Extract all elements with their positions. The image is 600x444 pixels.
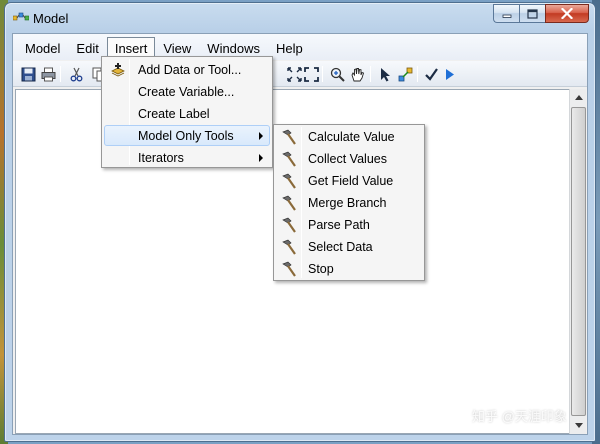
- add-data-icon: [111, 63, 125, 77]
- menu-item-label: Model Only Tools: [138, 129, 234, 143]
- menu-item-label: Add Data or Tool...: [138, 63, 242, 77]
- scroll-down-button[interactable]: [571, 418, 586, 433]
- submenu-item-merge-branch[interactable]: Merge Branch: [276, 193, 422, 214]
- run-button[interactable]: [441, 66, 457, 82]
- toolbar-separator: [322, 66, 323, 82]
- hammer-icon: [282, 129, 296, 145]
- hammer-icon: [282, 261, 296, 277]
- print-icon: [41, 67, 55, 81]
- window-title: Model: [33, 11, 69, 26]
- submenu-item-parse-path[interactable]: Parse Path: [276, 215, 422, 236]
- menu-item-iterators[interactable]: Iterators: [104, 147, 270, 168]
- scroll-thumb[interactable]: [571, 107, 586, 416]
- submenu-arrow-icon: [259, 132, 263, 140]
- validate-button[interactable]: [423, 66, 439, 82]
- zoom-extent-icon: [286, 66, 302, 82]
- menu-bar: Model Edit Insert View Windows Help: [13, 34, 587, 60]
- close-button[interactable]: [545, 4, 589, 23]
- cut-button[interactable]: [68, 66, 84, 82]
- zoom-extent-button[interactable]: [286, 66, 302, 82]
- toolbar-separator: [417, 66, 418, 82]
- menu-insert[interactable]: Insert: [106, 36, 156, 58]
- title-bar[interactable]: Model: [5, 3, 595, 33]
- cut-icon: [70, 67, 82, 81]
- submenu-item-label: Get Field Value: [308, 174, 394, 188]
- menu-item-create-label[interactable]: Create Label: [104, 103, 270, 124]
- save-icon: [21, 67, 35, 81]
- select-button[interactable]: [377, 66, 393, 82]
- maximize-button[interactable]: [519, 4, 545, 23]
- pan-icon: [351, 67, 364, 81]
- hammer-icon: [282, 173, 296, 189]
- submenu-item-label: Collect Values: [308, 152, 387, 166]
- pan-button[interactable]: [349, 66, 365, 82]
- hammer-icon: [282, 195, 296, 211]
- full-extent-icon: [303, 66, 319, 82]
- submenu-item-label: Calculate Value: [308, 130, 395, 144]
- submenu-arrow-icon: [259, 154, 263, 162]
- menu-item-add-data-or-tool[interactable]: Add Data or Tool...: [104, 59, 270, 80]
- validate-icon: [424, 67, 438, 81]
- maximize-icon: [527, 8, 538, 19]
- menu-model[interactable]: Model: [17, 37, 68, 58]
- menu-edit[interactable]: Edit: [68, 37, 106, 58]
- select-icon: [380, 67, 390, 81]
- watermark: 知乎 @天涯印象: [472, 409, 567, 424]
- submenu-item-label: Stop: [308, 262, 334, 276]
- toolbar-separator: [370, 66, 371, 82]
- submenu-item-stop[interactable]: Stop: [276, 259, 422, 280]
- save-button[interactable]: [20, 66, 36, 82]
- menu-help[interactable]: Help: [268, 37, 311, 58]
- menu-item-model-only-tools[interactable]: Model Only Tools: [104, 125, 270, 146]
- submenu-item-label: Select Data: [308, 240, 373, 254]
- hammer-icon: [282, 239, 296, 255]
- menu-item-label: Create Label: [138, 107, 210, 121]
- hammer-icon: [282, 217, 296, 233]
- print-button[interactable]: [40, 66, 56, 82]
- menu-item-label: Iterators: [138, 151, 184, 165]
- zoom-in-icon: [330, 67, 345, 82]
- submenu-item-get-field-value[interactable]: Get Field Value: [276, 171, 422, 192]
- scroll-down-icon: [574, 423, 583, 428]
- model-app-icon: [13, 12, 29, 21]
- insert-menu: Add Data or Tool... Create Variable... C…: [101, 56, 273, 168]
- submenu-item-calculate-value[interactable]: Calculate Value: [276, 127, 422, 148]
- hammer-icon: [282, 151, 296, 167]
- submenu-item-collect-values[interactable]: Collect Values: [276, 149, 422, 170]
- menu-item-label: Create Variable...: [138, 85, 235, 99]
- model-only-tools-submenu: Calculate Value Collect Values Get Field…: [273, 124, 425, 281]
- connect-button[interactable]: [397, 66, 413, 82]
- window-controls: [493, 4, 589, 24]
- zoom-in-button[interactable]: [329, 66, 345, 82]
- connect-icon: [398, 67, 412, 81]
- toolbar: [13, 61, 587, 87]
- toolbar-separator: [60, 66, 61, 82]
- run-icon: [445, 68, 454, 80]
- scroll-up-button[interactable]: [571, 90, 586, 105]
- submenu-item-label: Merge Branch: [308, 196, 387, 210]
- close-icon: [561, 8, 573, 19]
- submenu-item-select-data[interactable]: Select Data: [276, 237, 422, 258]
- scroll-up-icon: [574, 95, 583, 100]
- menu-view[interactable]: View: [155, 37, 199, 58]
- full-extent-button[interactable]: [303, 66, 319, 82]
- menu-windows[interactable]: Windows: [199, 37, 268, 58]
- menu-item-create-variable[interactable]: Create Variable...: [104, 81, 270, 102]
- minimize-icon: [502, 14, 511, 18]
- vertical-scrollbar[interactable]: [569, 89, 586, 434]
- submenu-item-label: Parse Path: [308, 218, 370, 232]
- minimize-button[interactable]: [493, 4, 519, 23]
